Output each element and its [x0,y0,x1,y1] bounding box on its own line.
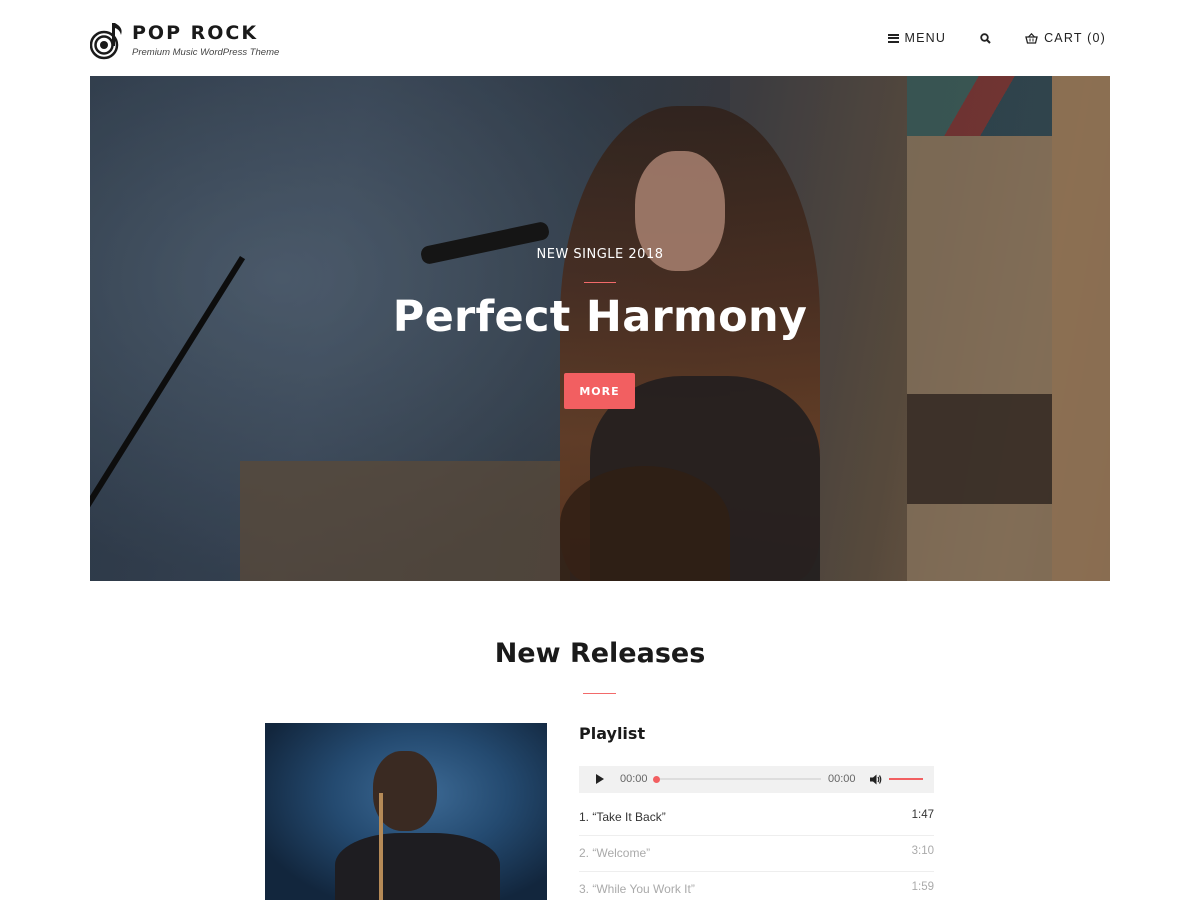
section-title: New Releases [494,638,706,669]
album-cover[interactable] [265,723,547,900]
menu-button[interactable]: MENU [888,31,946,45]
volume-icon[interactable] [870,774,882,785]
playlist-title: Playlist [579,724,646,743]
volume-level [889,778,923,780]
site-logo[interactable]: POP ROCK Premium Music WordPress Theme [90,18,290,62]
cart-button[interactable]: CART (0) [1025,31,1106,45]
audio-player: 00:00 00:00 [579,766,934,793]
progress-bar[interactable] [653,775,821,783]
site-tagline: Premium Music WordPress Theme [132,47,280,58]
hero-divider [584,282,616,283]
play-icon[interactable] [596,774,604,784]
hero-banner: NEW SINGLE 2018 Perfect Harmony MORE [90,76,1110,581]
track-item[interactable]: 3. “While You Work It” 1:59 [579,872,934,900]
album-singer-body [335,833,500,900]
hero-content: NEW SINGLE 2018 Perfect Harmony MORE [90,76,1110,581]
more-button[interactable]: MORE [564,373,635,409]
track-item[interactable]: 2. “Welcome” 3:10 [579,836,934,872]
hero-title: Perfect Harmony [392,292,808,342]
track-list: 1. “Take It Back” 1:47 2. “Welcome” 3:10 3. … [579,800,934,900]
volume-slider[interactable] [889,778,923,780]
hero-subtitle: NEW SINGLE 2018 [536,247,664,262]
search-button[interactable] [980,32,991,44]
hamburger-icon [888,33,900,43]
album-mic-stand [379,793,383,900]
cart-label: CART (0) [1044,31,1106,45]
track-title: 2. “Welcome” [579,846,651,860]
track-title: 1. “Take It Back” [579,810,666,824]
track-item[interactable]: 1. “Take It Back” 1:47 [579,800,934,836]
total-time: 00:00 [828,773,856,785]
search-icon [980,32,991,44]
track-title: 3. “While You Work It” [579,882,695,896]
basket-icon [1025,32,1038,44]
track-duration: 1:47 [911,809,934,821]
progress-handle[interactable] [653,775,660,783]
site-title[interactable]: POP ROCK [132,22,279,44]
site-header: POP ROCK Premium Music WordPress Theme M… [90,18,1110,62]
menu-label: MENU [904,31,947,45]
section-divider [583,693,616,694]
logo-text: POP ROCK Premium Music WordPress Theme [132,22,279,58]
track-duration: 3:10 [911,845,934,857]
current-time: 00:00 [620,773,648,785]
track-duration: 1:59 [911,881,934,893]
main-nav: MENU CART (0) [888,28,1106,48]
music-note-disc-icon [90,23,122,60]
